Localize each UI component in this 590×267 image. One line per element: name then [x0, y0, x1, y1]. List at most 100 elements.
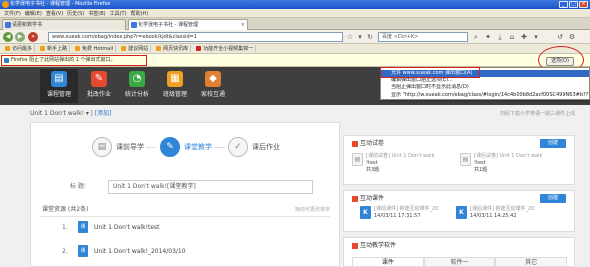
- resource-name: Unit 1 Don't walk!_2014/03/10: [94, 247, 186, 255]
- courseware-card[interactable]: K [课后课件] 新建互动课件_20 14/03/11 14:25:42: [456, 206, 534, 220]
- courseware-card[interactable]: K [课前课件] 新建互动课件_20 14/03/11 17:31:57: [360, 206, 438, 220]
- tab-update-math[interactable]: 请更新数学书: [2, 19, 126, 30]
- courseware-icon: [352, 196, 358, 202]
- window-title-bar: 化学涨电子书社 - 课程管理 - Mozilla Firefox _ □ ×: [0, 0, 590, 9]
- class-icon: ▦: [167, 71, 183, 87]
- k-courseware-icon: K: [456, 206, 467, 219]
- create-courseware-button[interactable]: 创建: [540, 194, 566, 203]
- resource-item[interactable]: 2. 课 Unit 1 Don't walk!_2014/03/10: [62, 244, 186, 258]
- bookmark-videos[interactable]: 功能齐全小视频集锦一: [194, 45, 257, 52]
- star-icon[interactable]: ☆: [346, 33, 354, 41]
- tab-course-management[interactable]: 化学涨电子书社 - 课程管理 ×: [128, 19, 248, 30]
- resource-number: 2.: [62, 247, 68, 255]
- menu-help[interactable]: 帮助(H): [131, 10, 149, 17]
- bookmark-icon: [40, 46, 46, 51]
- bookmarks-bar: 访问最多 新手上路 免费 Hotmail 建议网站 网页快讯库 功能齐全小视频集…: [0, 44, 590, 54]
- popup-blocked-message: Firefox 阻止了此网站弹出的 1 个弹出式窗口。: [1, 55, 147, 66]
- nav-home-school[interactable]: ◆ 家校互通: [194, 69, 232, 103]
- bookmark-web-slice[interactable]: 网页快讯库: [154, 45, 192, 52]
- toolbar-menu-icon[interactable]: ▾: [532, 33, 540, 41]
- bookmark-icon: [5, 46, 10, 51]
- breadcrumb-current[interactable]: Unit 1 Don't walk!: [30, 110, 84, 117]
- page-icon: [5, 22, 11, 28]
- home-school-icon: ◆: [205, 71, 221, 87]
- bookmark-hotmail[interactable]: 免费 Hotmail: [73, 45, 117, 52]
- nav-statistics[interactable]: ◔ 统计分析: [118, 69, 156, 103]
- promo-link[interactable]: 扫码下载小学英语一期三课件上线: [455, 108, 575, 120]
- chart-icon: ◔: [129, 71, 145, 87]
- menu-dont-show-message[interactable]: 当阻止弹出窗口时不显示此消息(D): [381, 84, 589, 91]
- firefox-icon: [2, 1, 9, 8]
- nav-course-management[interactable]: ▤ 课程管理: [40, 69, 78, 103]
- forward-button[interactable]: ▶: [15, 32, 25, 42]
- quiz-card[interactable]: ▤ [课后试卷] Unit 1 Don't walk !test 共1题: [460, 153, 542, 174]
- page-icon: [131, 22, 137, 28]
- menu-history[interactable]: 历史(S): [67, 10, 84, 17]
- divider: [40, 216, 330, 217]
- home-icon[interactable]: ⌂: [508, 33, 516, 41]
- menu-show-blocked-popup[interactable]: 显示 "http://w.xueak.com/ebag/class/#login…: [381, 92, 589, 99]
- bookmark-icon: [156, 46, 162, 51]
- bookmark-icon: [196, 46, 202, 51]
- nav-class-management[interactable]: ▦ 班级管理: [156, 69, 194, 103]
- resource-file-icon: 课: [78, 221, 88, 233]
- step-pre-class[interactable]: ▤ 课前导学: [92, 135, 144, 159]
- create-quiz-button[interactable]: 创建: [540, 139, 566, 148]
- courseware-heading: 互动课件: [352, 194, 384, 204]
- sync-icon[interactable]: ↺: [556, 33, 564, 41]
- bookmark-most-visited[interactable]: 访问最多: [3, 45, 36, 52]
- maximize-button[interactable]: □: [569, 1, 578, 8]
- menu-tools[interactable]: 工具(T): [110, 10, 127, 17]
- highlight-box: [380, 67, 480, 78]
- step-divider: [214, 147, 224, 148]
- tab-other[interactable]: 其它: [495, 257, 568, 267]
- grading-icon: ✎: [91, 71, 107, 87]
- download-icon[interactable]: ⤓: [496, 33, 504, 41]
- resource-number: 1.: [62, 223, 68, 231]
- title-input[interactable]: Unit 1 Don't walk![课堂教学]: [108, 180, 313, 194]
- refresh-icon[interactable]: ↻: [366, 33, 374, 41]
- document-icon: ▤: [352, 153, 363, 166]
- tab-label: 请更新数学书: [12, 22, 43, 28]
- addon-icon[interactable]: ✦: [484, 33, 492, 41]
- close-tab-icon[interactable]: ×: [241, 20, 245, 30]
- menu-edit[interactable]: 编辑(E): [25, 10, 42, 17]
- in-class-icon: ✎: [160, 137, 180, 157]
- minimize-button[interactable]: _: [559, 1, 568, 8]
- teaching-software-heading: 互动教学软件: [352, 241, 396, 251]
- add-link[interactable]: [添加]: [95, 110, 112, 117]
- pre-class-icon: ▤: [92, 137, 112, 157]
- quiz-heading: 互动试卷: [352, 139, 384, 149]
- bookmark-suggested-sites[interactable]: 建议网站: [119, 45, 152, 52]
- title-label: 标 题:: [70, 183, 86, 190]
- back-button[interactable]: ◀: [3, 32, 13, 42]
- quiz-card[interactable]: ▤ [课前试卷] Unit 1 Don't walk !test 共3题: [352, 153, 434, 174]
- quiz-icon: [352, 141, 358, 147]
- menu-bar: 文件(F) 编辑(E) 查看(V) 历史(S) 书签(B) 工具(T) 帮助(H…: [0, 9, 590, 18]
- menu-view[interactable]: 查看(V): [46, 10, 63, 17]
- tools-icon[interactable]: ⚙: [568, 33, 576, 41]
- step-after-class[interactable]: ✓ 课后作业: [228, 135, 280, 159]
- resources-label: 课堂资源 (共2条): [42, 206, 89, 213]
- search-input[interactable]: 百度 <Ctrl+K>: [378, 32, 468, 42]
- nav-grade-homework[interactable]: ✎ 批改作业: [80, 69, 118, 103]
- stop-button[interactable]: ✕: [28, 32, 38, 42]
- bookmark-getting-started[interactable]: 新手上路: [38, 45, 71, 52]
- menu-bookmarks[interactable]: 书签(B): [88, 10, 105, 17]
- tab-software-one[interactable]: 软件一: [423, 257, 496, 267]
- tab-courseware[interactable]: 课件: [352, 257, 424, 267]
- step-divider: [146, 147, 156, 148]
- extension-icon[interactable]: ✚: [520, 33, 528, 41]
- software-tabs: 课件 软件一 其它: [352, 257, 568, 267]
- chevron-down-icon[interactable]: ▾: [86, 110, 89, 117]
- address-bar[interactable]: www.xueak.com/ebag/index.php?r=ebook/kjd…: [48, 32, 343, 42]
- breadcrumb: Unit 1 Don't walk! ▾ | [添加]: [30, 108, 330, 120]
- menu-file[interactable]: 文件(F): [4, 10, 21, 17]
- step-in-class[interactable]: ✎ 课堂教学: [160, 135, 212, 159]
- menu-edit-popup-options[interactable]: 编辑弹出窗口阻止选项(E)...: [381, 77, 589, 84]
- search-icon[interactable]: ⌕: [472, 33, 480, 41]
- close-button[interactable]: ×: [579, 1, 588, 8]
- software-icon: [352, 243, 358, 249]
- resource-item[interactable]: 1. 课 Unit 1 Don't walk!test: [62, 220, 160, 234]
- dropdown-icon[interactable]: ▾: [356, 33, 364, 41]
